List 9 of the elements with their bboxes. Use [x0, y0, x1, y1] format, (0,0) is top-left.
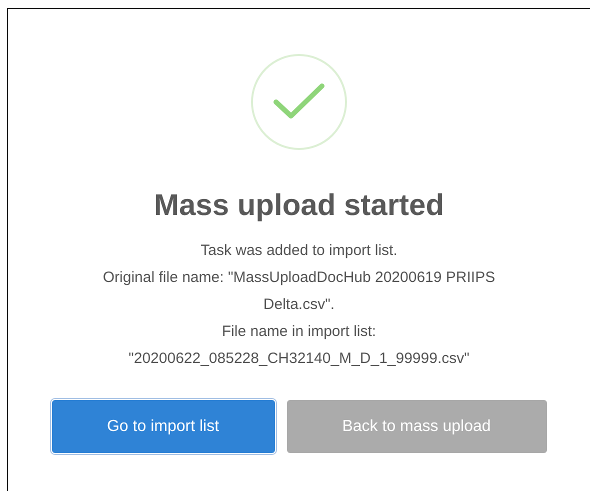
message-text: "20200622_085228_CH32140_M_D_1_99999.csv": [128, 349, 470, 369]
primary-button[interactable]: Go to import list: [52, 400, 274, 453]
message-text: Delta.csv".: [263, 295, 335, 315]
message-text: File name in import list:: [222, 322, 376, 342]
message-text: Task was added to import list.: [200, 241, 398, 261]
dialog-title: Mass upload started: [154, 189, 444, 223]
message-text: Original file name: "MassUploadDocHub 20200619 PRIIPS: [102, 268, 496, 288]
checkmark-icon: [250, 53, 348, 151]
secondary-button[interactable]: Back to mass upload: [286, 400, 546, 453]
